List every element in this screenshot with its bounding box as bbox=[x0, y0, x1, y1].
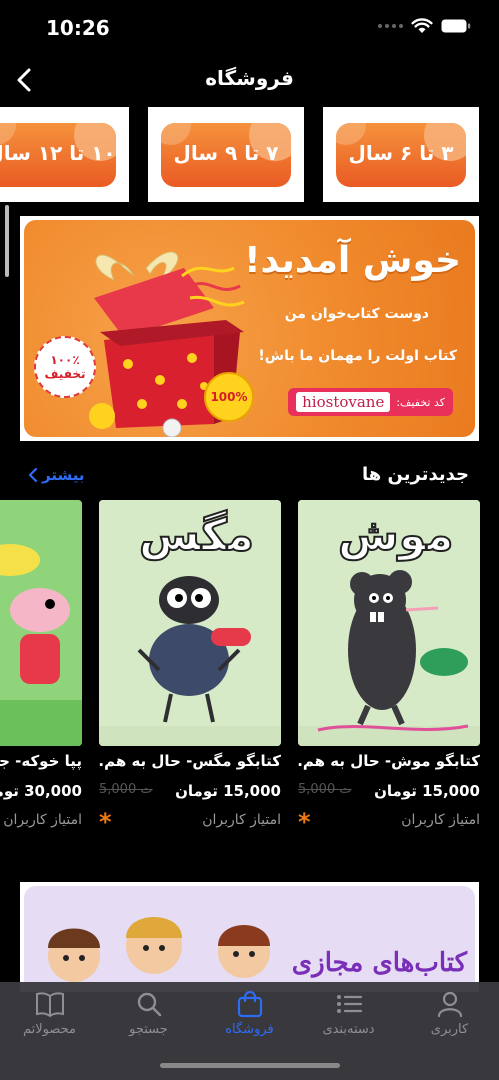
tab-my-products[interactable]: محصولاتم bbox=[0, 990, 99, 1050]
tab-account[interactable]: کاربری bbox=[400, 990, 499, 1050]
book-rating-label: امتیاز کاربران bbox=[3, 812, 82, 828]
age-pill: ۷ تا ۹ سال bbox=[161, 123, 291, 187]
discount-badge-small: 100% bbox=[204, 372, 254, 422]
nav-bar: فروشگاه bbox=[0, 56, 499, 104]
age-pill: ۳ تا ۶ سال bbox=[336, 123, 466, 187]
virtual-books-banner[interactable]: کتاب‌های مجازی bbox=[20, 882, 479, 992]
section-title: جدیدترین ها bbox=[362, 464, 469, 485]
tab-label: جستجو bbox=[129, 1022, 168, 1037]
age-card-3-6[interactable]: ۳ تا ۶ سال bbox=[323, 107, 479, 202]
bag-icon bbox=[237, 990, 262, 1018]
page-title: فروشگاه bbox=[205, 66, 294, 90]
tab-label: کاربری bbox=[430, 1022, 469, 1037]
chevron-left-icon bbox=[28, 467, 38, 483]
cellular-dots-icon bbox=[378, 24, 403, 28]
peppa-illustration bbox=[0, 500, 82, 746]
tab-label: دسته‌بندی bbox=[322, 1022, 375, 1037]
age-card-10-12[interactable]: ۱۰ تا ۱۲ سال bbox=[0, 107, 129, 202]
welcome-banner[interactable]: ۱۰۰٪ تخفیف 100% خوش آمدید! دوست کتاب‌خوا… bbox=[20, 216, 479, 441]
wifi-icon bbox=[411, 18, 433, 33]
book-price: 15,000 تومان bbox=[175, 782, 281, 800]
tab-categories[interactable]: دسته‌بندی bbox=[299, 990, 398, 1050]
see-more-link[interactable]: بیشتر bbox=[28, 466, 84, 484]
age-label: ۱۰ تا ۱۲ سال bbox=[0, 141, 116, 165]
tab-search[interactable]: جستجو bbox=[99, 990, 198, 1050]
rating-star-icon: * bbox=[99, 808, 112, 836]
book-cover[interactable]: موش bbox=[298, 500, 480, 746]
banner-line-1: دوست کتاب‌خوان من bbox=[284, 306, 429, 322]
system-icons bbox=[378, 18, 471, 34]
book-icon bbox=[35, 992, 64, 1018]
age-group-carousel[interactable]: ۳ تا ۶ سال ۷ تا ۹ سال ۱۰ تا ۱۲ سال bbox=[0, 107, 499, 202]
age-card-7-9[interactable]: ۷ تا ۹ سال bbox=[148, 107, 304, 202]
book-old-price: 5,000 ت bbox=[298, 782, 352, 797]
home-indicator[interactable] bbox=[160, 1063, 340, 1068]
cover-title: موش bbox=[337, 509, 455, 562]
tab-store[interactable]: فروشگاه bbox=[200, 990, 299, 1050]
banner-headline: خوش آمدید! bbox=[244, 240, 461, 281]
see-more-label: بیشتر bbox=[42, 466, 85, 484]
status-time: 10:26 bbox=[46, 16, 110, 40]
rating-star-icon: * bbox=[298, 808, 311, 836]
scroll-indicator bbox=[5, 205, 9, 277]
age-pill: ۱۰ تا ۱۲ سال bbox=[0, 123, 116, 187]
kids-illustration bbox=[48, 917, 270, 982]
book-price: 15,000 تومان bbox=[374, 782, 480, 800]
discount-code-box[interactable]: کد تخفیف: hiostovane bbox=[288, 388, 453, 416]
person-icon bbox=[437, 991, 462, 1018]
tab-label: محصولاتم bbox=[22, 1022, 77, 1037]
search-icon bbox=[137, 992, 161, 1017]
book-cover[interactable]: مگس bbox=[99, 500, 281, 746]
discount-code-label: کد تخفیف: bbox=[396, 395, 445, 409]
status-bar: 10:26 bbox=[0, 0, 499, 54]
book-title: پپا خوکه- جشن bbox=[0, 752, 82, 770]
book-title: کتابگو موش- حال به هم... bbox=[298, 752, 480, 770]
new-books-carousel[interactable]: موش کتابگو موش- حال به هم... 15,000 توما… bbox=[0, 500, 499, 850]
book-title: کتابگو مگس- حال به هم... bbox=[99, 752, 281, 770]
book-cover[interactable] bbox=[0, 500, 82, 746]
cover-title: مگس bbox=[138, 509, 255, 562]
discount-badge-large: ۱۰۰٪ تخفیف bbox=[34, 336, 96, 398]
age-label: ۷ تا ۹ سال bbox=[173, 141, 279, 165]
tab-label: فروشگاه bbox=[225, 1022, 274, 1037]
book-rating-label: امتیاز کاربران bbox=[401, 812, 480, 828]
battery-icon bbox=[441, 19, 471, 33]
age-label: ۳ تا ۶ سال bbox=[348, 141, 454, 165]
discount-code: hiostovane bbox=[296, 392, 391, 412]
book-old-price: 5,000 ت bbox=[99, 782, 153, 797]
banner-line-2: کتاب اولت را مهمان ما باش! bbox=[258, 348, 457, 364]
book-price: 30,000 تومان bbox=[0, 782, 82, 800]
book-rating-label: امتیاز کاربران bbox=[202, 812, 281, 828]
list-icon bbox=[336, 995, 362, 1013]
virtual-books-title: کتاب‌های مجازی bbox=[291, 948, 467, 978]
